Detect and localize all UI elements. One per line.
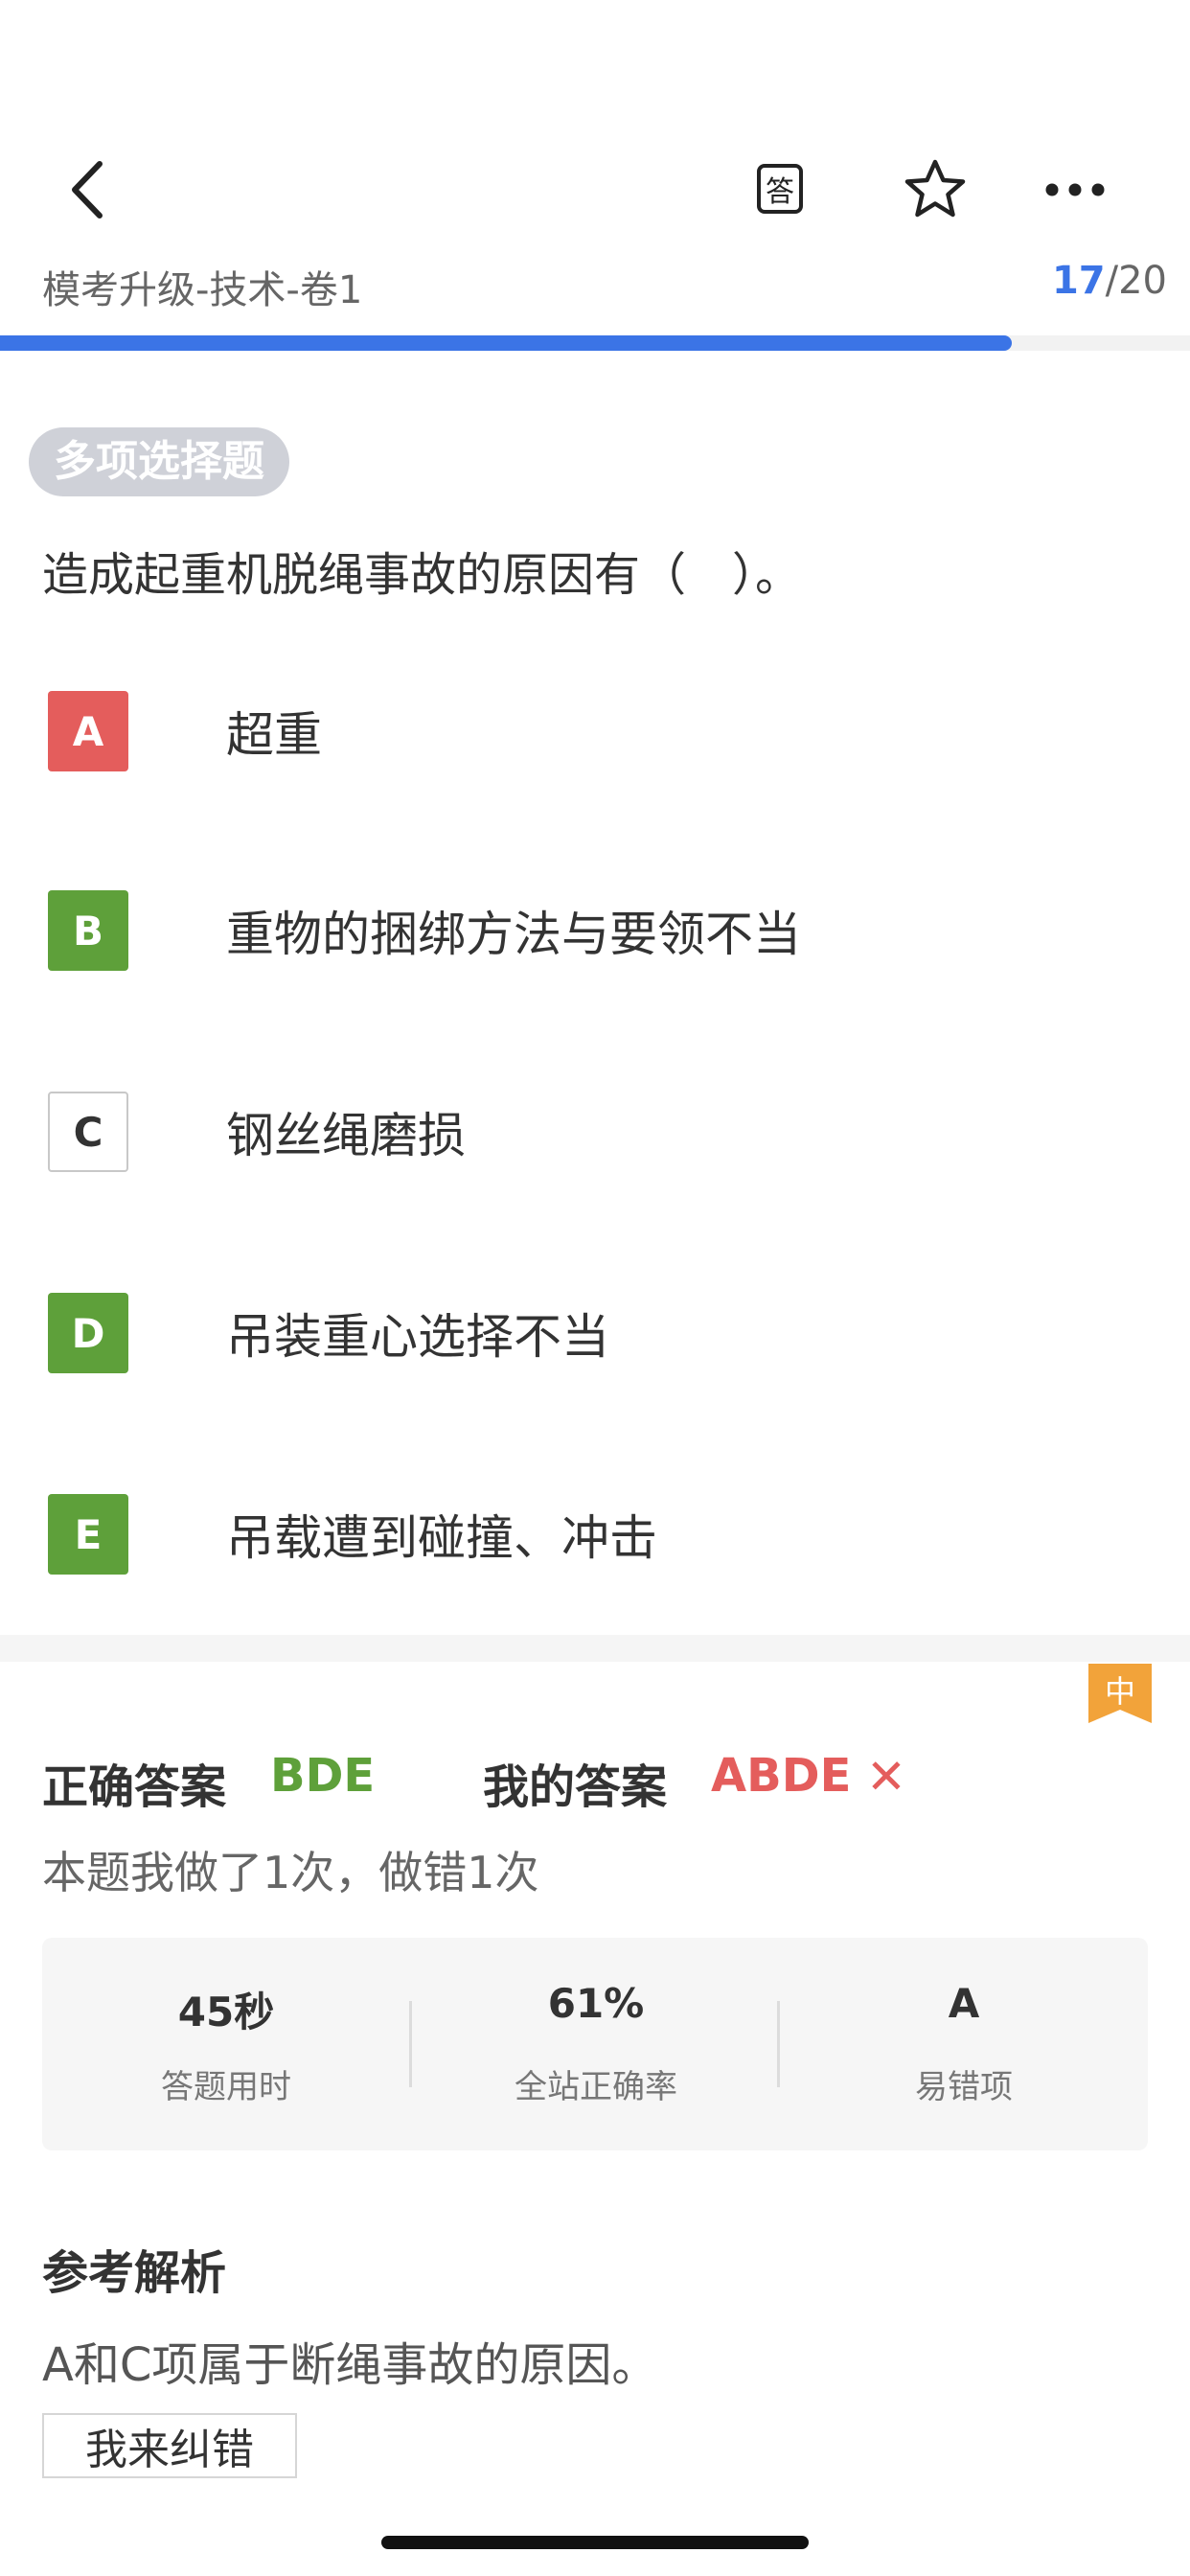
stat-common-error-value: A: [948, 1980, 980, 2027]
stat-answer-time-value: 45秒: [177, 1989, 275, 2036]
option-a-text: 超重: [226, 707, 322, 763]
attempt-history: 本题我做了1次，做错1次: [42, 1847, 539, 1898]
option-d[interactable]: D 吊装重心选择不当: [48, 1290, 1150, 1376]
my-answer-label: 我的答案: [483, 1760, 668, 1814]
home-indicator[interactable]: [381, 2536, 809, 2549]
report-error-button[interactable]: 我来纠错: [42, 2413, 297, 2478]
option-e-text: 吊载遭到碰撞、冲击: [226, 1510, 657, 1566]
stat-common-error: A 易错项: [780, 1938, 1148, 2150]
back-button[interactable]: [57, 153, 115, 225]
option-a[interactable]: A 超重: [48, 688, 1150, 774]
stat-answer-time: 45秒 答题用时: [42, 1938, 410, 2150]
analysis-text: A和C项属于断绳事故的原因。: [42, 2338, 658, 2392]
option-c-badge: C: [48, 1092, 128, 1172]
star-icon: [904, 159, 966, 218]
total-questions: 20: [1118, 259, 1167, 303]
option-d-badge: D: [48, 1293, 128, 1373]
favorite-button[interactable]: [901, 155, 970, 222]
progress-counter: 17/20: [1052, 259, 1167, 303]
option-b-text: 重物的捆绑方法与要领不当: [226, 907, 801, 962]
progress-bar: [0, 335, 1190, 351]
option-d-text: 吊装重心选择不当: [226, 1309, 609, 1365]
stat-accuracy-label: 全站正确率: [515, 2068, 677, 2106]
stat-accuracy-value: 61%: [547, 1980, 645, 2027]
progress-separator: /: [1105, 259, 1119, 303]
difficulty-label: 中: [1104, 1673, 1135, 1710]
chevron-left-icon: [72, 160, 103, 218]
analysis-title: 参考解析: [42, 2246, 227, 2300]
option-c[interactable]: C 钢丝绳磨损: [48, 1089, 1150, 1175]
more-button[interactable]: [1044, 174, 1106, 205]
question-text: 造成起重机脱绳事故的原因有（ ）。: [42, 548, 802, 602]
wrong-mark-icon: ✕: [866, 1749, 906, 1805]
answer-sheet-icon: 答: [757, 164, 803, 214]
difficulty-badge: 中: [1088, 1664, 1152, 1723]
option-b-badge: B: [48, 890, 128, 971]
option-e[interactable]: E 吊载遭到碰撞、冲击: [48, 1491, 1150, 1577]
answer-sheet-button[interactable]: 答: [753, 161, 807, 217]
stat-common-error-label: 易错项: [915, 2068, 1013, 2106]
section-divider: [0, 1635, 1190, 1662]
ellipsis-icon: [1045, 183, 1105, 196]
progress-bar-fill: [0, 335, 1012, 351]
stats-panel: 45秒 答题用时 61% 全站正确率 A 易错项: [42, 1938, 1148, 2150]
option-e-badge: E: [48, 1494, 128, 1575]
exam-title: 模考升级-技术-卷1: [42, 268, 363, 312]
question-type-badge: 多项选择题: [29, 427, 289, 496]
correct-answer-value: BDE: [270, 1749, 376, 1803]
option-a-badge: A: [48, 691, 128, 771]
option-b[interactable]: B 重物的捆绑方法与要领不当: [48, 887, 1150, 974]
my-answer-value: ABDE: [711, 1749, 852, 1803]
option-c-text: 钢丝绳磨损: [226, 1108, 466, 1163]
stat-answer-time-label: 答题用时: [161, 2068, 291, 2106]
stat-accuracy: 61% 全站正确率: [412, 1938, 780, 2150]
current-question-number: 17: [1051, 259, 1106, 303]
correct-answer-label: 正确答案: [42, 1760, 227, 1814]
